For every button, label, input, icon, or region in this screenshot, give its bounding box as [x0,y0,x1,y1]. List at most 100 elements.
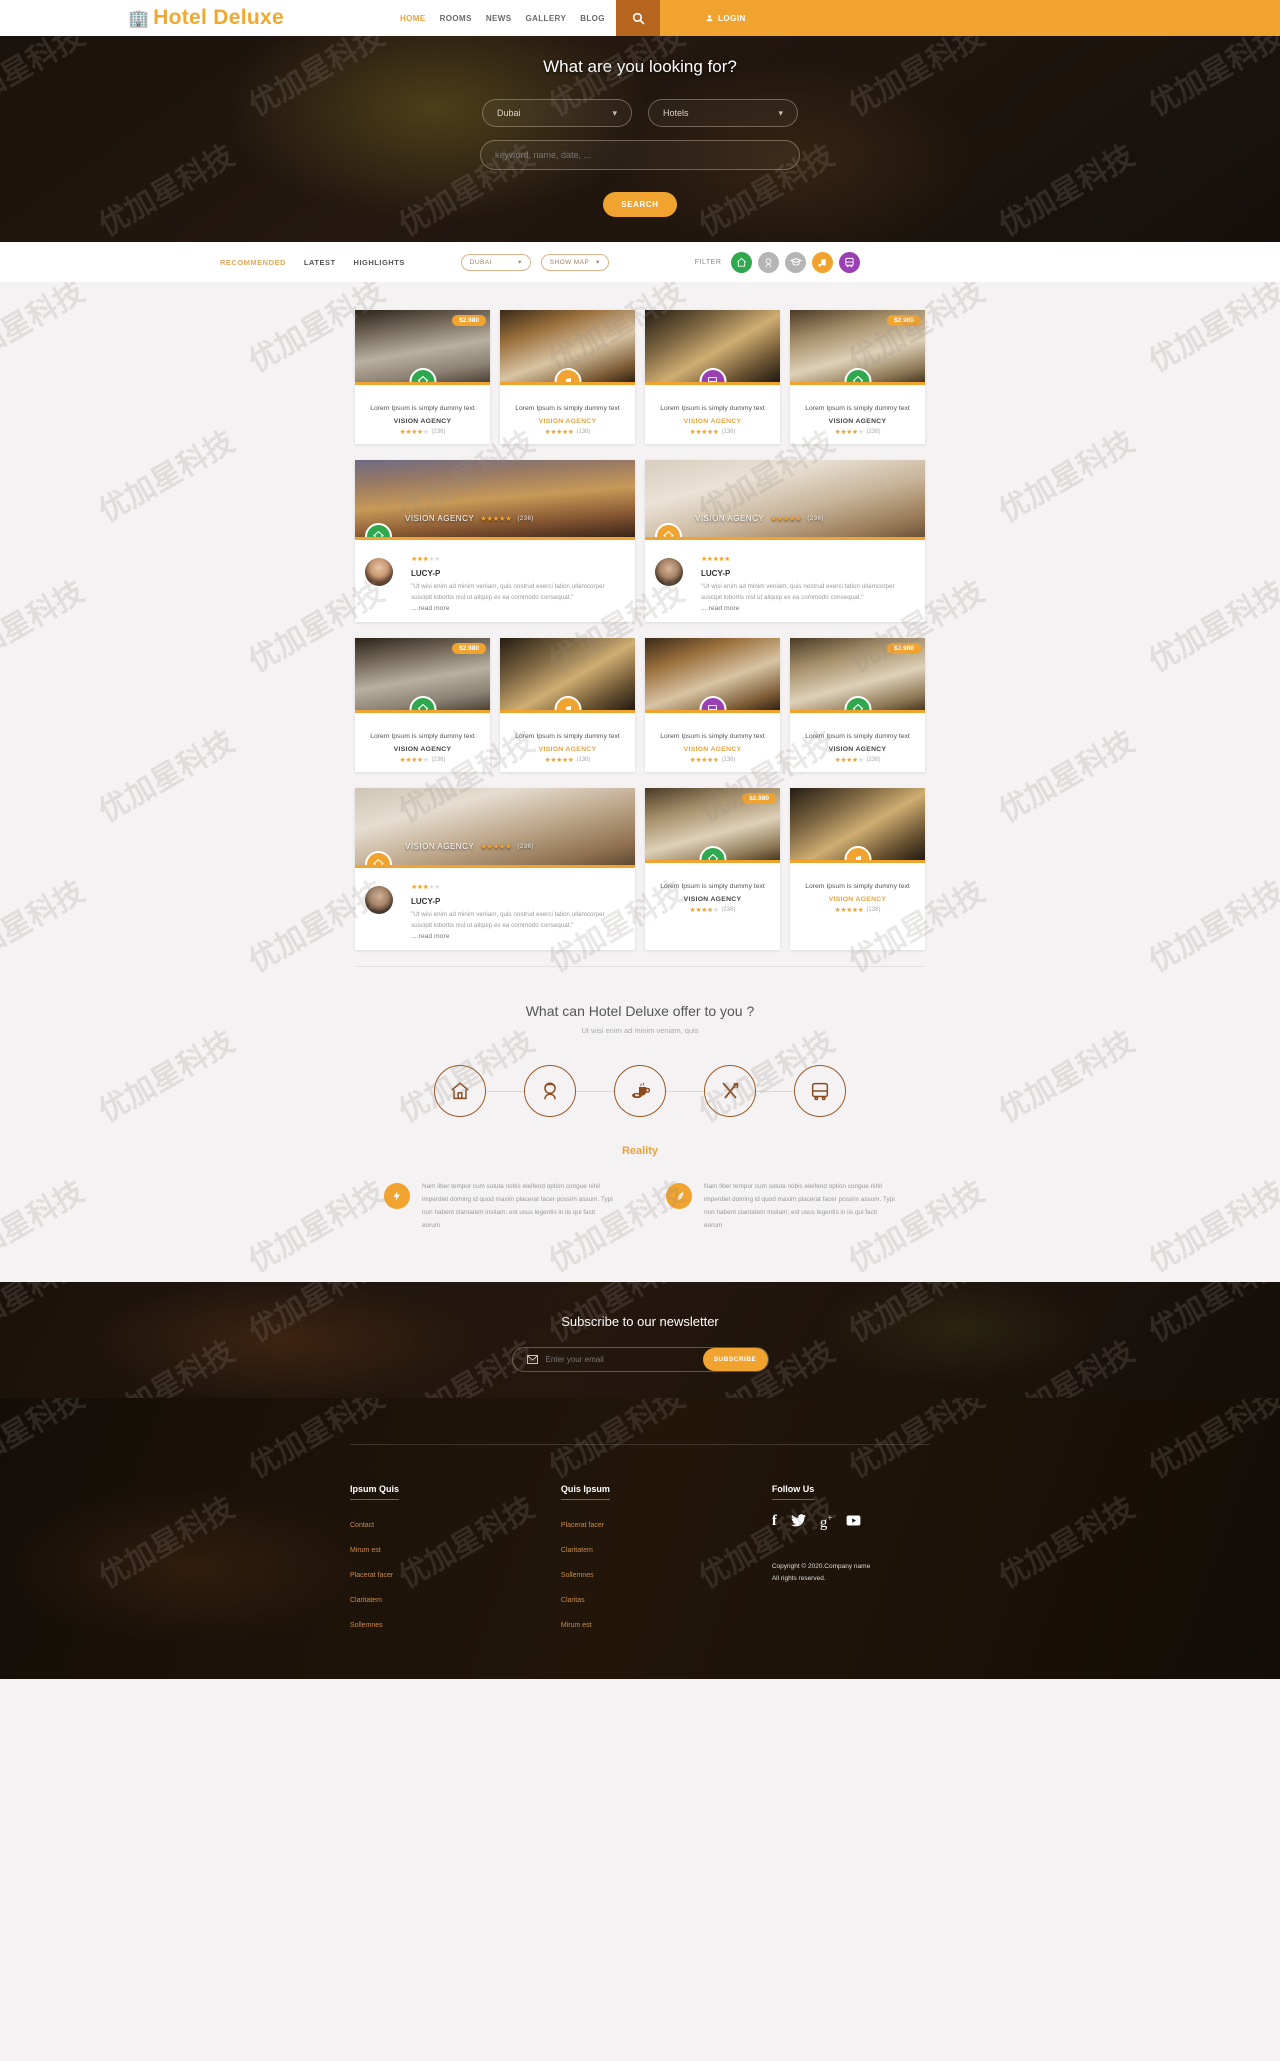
listing-agency: VISION AGENCY [683,746,742,754]
location-select[interactable]: Dubai ▾ [482,99,632,127]
review-card[interactable]: VISION AGENCY ★★★★★ (236) ★★★★★ LUCY-P "Ut wi… [355,460,635,623]
nav-item-rooms[interactable]: ROOMS [440,14,472,23]
amenity-restaurant[interactable] [704,1065,756,1118]
listing-image: $2.980 [790,310,925,385]
review-photo [355,788,635,866]
feature-item: Nam liber tempor cum soluta nobis eleife… [384,1181,614,1232]
star-rating: ★★★★★ [834,907,864,915]
listing-card[interactable]: $2.980 Lorem Ipsum is simply dummy text VI… [645,788,780,951]
login-button[interactable]: LOGIN [660,0,1280,36]
subscribe-button[interactable]: SUBSCRIBE [702,1348,768,1372]
google-plus-icon[interactable]: g+ [820,1514,833,1531]
listing-title: Lorem Ipsum is simply dummy text [515,405,620,412]
listing-agency: VISION AGENCY [393,418,452,425]
listing-title: Lorem Ipsum is simply dummy text [805,405,910,412]
listing-agency: VISION AGENCY [828,418,887,425]
listing-body: Lorem Ipsum is simply dummy text VISION A… [645,385,780,444]
listing-card[interactable]: $2.980 Lorem Ipsum is simply dummy text VI… [790,638,925,773]
tab-highlights[interactable]: HIGHLIGHTS [354,258,405,267]
tab-recommended[interactable]: RECOMMENDED [220,258,286,267]
keyword-input[interactable] [495,150,785,160]
listing-card[interactable]: $2.980 Lorem Ipsum is simply dummy text VI… [355,310,490,444]
footer-link[interactable]: Claritatem [561,1547,593,1554]
filter-chip-music[interactable] [812,251,834,273]
copyright: Copyright © 2020.Company name All rights… [772,1561,930,1584]
list-item[interactable]: Contact [350,1514,561,1532]
footer-link[interactable]: Placerat facer [561,1522,604,1529]
list-item[interactable]: Claritatem [350,1589,561,1607]
listing-body: Lorem Ipsum is simply dummy text VISION A… [790,713,925,772]
review-row-1: VISION AGENCY ★★★★★ (236) ★★★★★ LUCY-P "Ut wi… [355,460,925,623]
filter-chip-home[interactable] [731,251,753,273]
amenity-room-service[interactable] [524,1065,576,1118]
type-select[interactable]: Hotels ▾ [648,99,798,127]
music-note-icon [566,377,571,382]
listing-image [645,310,780,385]
listing-body: Lorem Ipsum is simply dummy text VISION A… [645,713,780,772]
list-item[interactable]: Sollemnes [350,1614,561,1632]
bus-icon [708,704,717,711]
location-select-value: Dubai [497,108,521,118]
listing-rating: ★★★★★ (136) [506,756,629,764]
review-card[interactable]: VISION AGENCY ★★★★★ (236) ★★★★★ LUCY-P "Ut wi… [355,788,635,951]
list-item[interactable]: Mirum est [350,1539,561,1557]
nav-item-blog[interactable]: BLOG [580,14,605,23]
list-item[interactable]: Claritatem [561,1539,772,1557]
review-count: (136) [576,429,591,435]
brand-logo[interactable]: 🏢 Hotel Deluxe [0,0,400,36]
listing-card[interactable]: Lorem Ipsum is simply dummy text VISION A… [790,788,925,951]
twitter-icon[interactable] [790,1514,806,1531]
footer-link[interactable]: Claritatem [350,1597,382,1604]
footer-link[interactable]: Contact [350,1522,374,1529]
facebook-icon[interactable]: f [772,1514,777,1531]
listing-card[interactable]: $2.980 Lorem Ipsum is simply dummy text VI… [790,310,925,444]
read-more-link[interactable]: ....read more [411,933,623,940]
connector-line [486,1090,524,1092]
listing-card[interactable]: $2.980 Lorem Ipsum is simply dummy text VI… [355,638,490,773]
review-card[interactable]: VISION AGENCY ★★★★★ (236) ★★★★★ LUCY-P "Ut wi… [645,460,925,623]
review-count: (236) [431,429,446,435]
read-more-link[interactable]: ....read more [701,605,913,612]
listing-card[interactable]: Lorem Ipsum is simply dummy text VISION A… [500,310,635,444]
review-body: ★★★★★ LUCY-P "Ut wisi enim ad minim veniam… [355,540,635,622]
avatar [365,558,393,586]
footer-link[interactable]: Placerat facer [350,1572,393,1579]
footer-link[interactable]: Mirum est [350,1547,381,1554]
city-filter-select[interactable]: DUBAI ▾ [460,253,531,271]
filter-chip-graduation[interactable] [785,251,807,273]
nav-item-news[interactable]: NEWS [486,14,512,23]
show-map-select[interactable]: SHOW MAP ▾ [540,253,609,271]
tab-latest[interactable]: LATEST [304,258,336,267]
review-count: (236) [866,429,881,435]
amenity-coffee[interactable] [614,1065,666,1118]
filter-chip-bus[interactable] [839,251,861,273]
youtube-icon[interactable] [846,1514,861,1531]
list-item[interactable]: Claritas [561,1589,772,1607]
search-icon-button[interactable] [616,0,660,36]
price-badge: $2.980 [742,793,776,805]
email-input[interactable] [545,1355,676,1365]
price-badge: $2.980 [452,315,486,326]
listing-card[interactable]: Lorem Ipsum is simply dummy text VISION A… [500,638,635,773]
footer-link[interactable]: Sollemnes [561,1572,594,1579]
nav-item-gallery[interactable]: GALLERY [525,14,566,23]
star-rating: ★★★★★ [399,757,429,765]
listing-card[interactable]: Lorem Ipsum is simply dummy text VISION A… [645,310,780,444]
review-body: ★★★★★ LUCY-P "Ut wisi enim ad minim veniam… [645,540,925,622]
list-item[interactable]: Mirum est [561,1614,772,1632]
list-item[interactable]: Sollemnes [561,1564,772,1582]
hero-search-button[interactable]: SEARCH [603,192,677,217]
filter-chip-person[interactable] [758,251,780,273]
amenity-transport[interactable] [794,1065,846,1118]
footer-link[interactable]: Sollemnes [350,1622,383,1629]
keyword-input-wrap[interactable] [480,140,800,170]
read-more-link[interactable]: ....read more [411,605,623,612]
listing-card[interactable]: Lorem Ipsum is simply dummy text VISION A… [645,638,780,773]
list-item[interactable]: Placerat facer [350,1564,561,1582]
amenity-home[interactable] [434,1065,486,1118]
nav-item-home[interactable]: HOME [400,14,426,23]
star-rating: ★★★★★ [689,757,719,765]
footer-link[interactable]: Claritas [561,1597,585,1604]
list-item[interactable]: Placerat facer [561,1514,772,1532]
footer-link[interactable]: Mirum est [561,1622,592,1629]
